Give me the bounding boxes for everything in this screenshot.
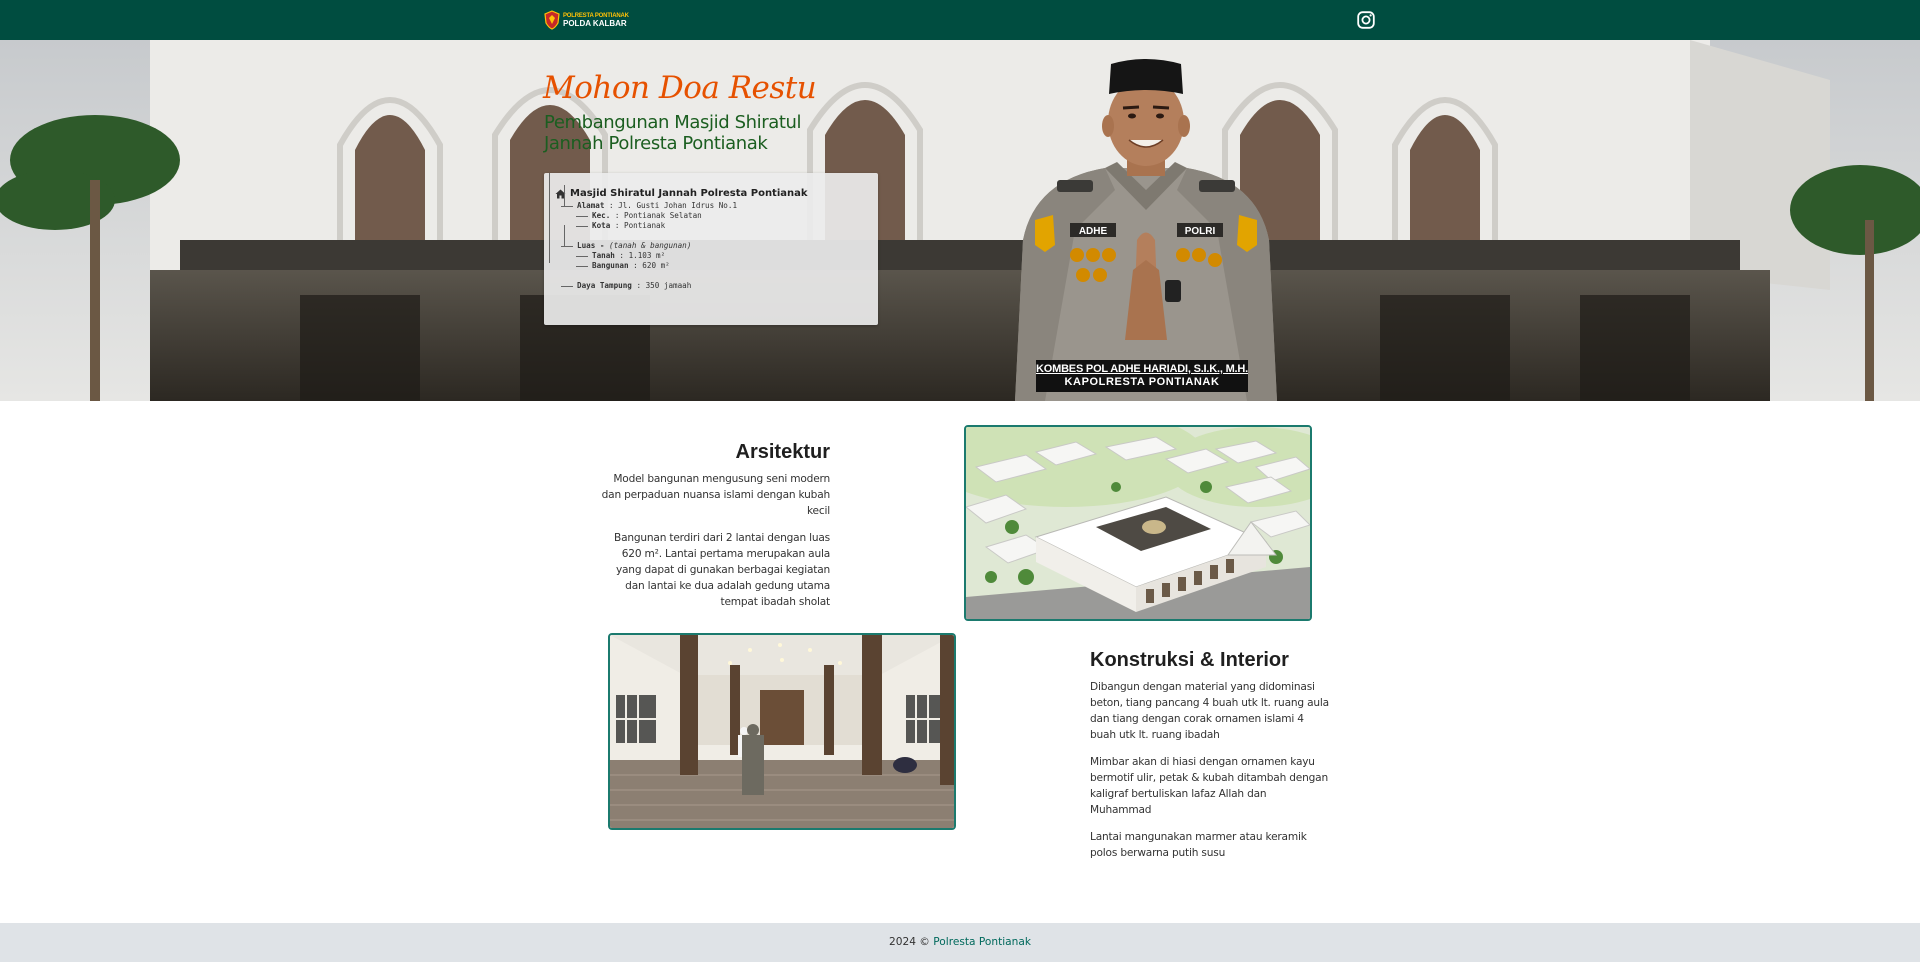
city-value: Pontianak [624,221,666,230]
hero-banner: Mohon Doa Restu Pembangunan Masjid Shira… [0,40,1920,401]
district-label: Kec. [592,211,611,220]
interior-render-illustration [610,635,954,828]
city-row: Kota : Pontianak [555,221,868,231]
address-label: Alamat [577,201,605,210]
svg-text:POLRI: POLRI [1185,226,1216,237]
area-note: (tanah & bangunan) [609,241,692,250]
brand-line1: POLRESTA PONTIANAK [563,12,629,19]
konstruksi-paragraph-2: Mimbar akan di hiasi dengan ornamen kayu… [1090,756,1328,816]
officer-portrait: ADHE POLRI [1015,59,1277,401]
city-label: Kota [592,221,611,230]
land-label: Tanah [592,251,615,260]
aerial-render-image [964,425,1312,621]
district-row: Kec. : Pontianak Selatan [555,211,868,221]
mosque-info-card: Masjid Shiratul Jannah Polresta Pontiana… [544,173,878,325]
interior-render-image [608,633,956,830]
info-card-title: Masjid Shiratul Jannah Polresta Pontiana… [570,188,808,199]
info-tree: Alamat : Jl. Gusti Johan Idrus No.1 Kec.… [549,173,868,291]
instagram-icon[interactable] [1357,11,1375,29]
address-row: Alamat : Jl. Gusti Johan Idrus No.1 [555,201,868,211]
brand-text: POLRESTA PONTIANAK POLDA KALBAR [563,13,629,28]
footer-org-link[interactable]: Polresta Pontianak [933,936,1031,948]
area-row: Luas - (tanah & bangunan) [555,241,868,251]
officer-name: KOMBES POL ADHE HARIADI, S.I.K., M.H. [1036,363,1249,375]
area-label: Luas - [577,241,605,250]
hero-title: Mohon Doa Restu [543,70,817,106]
building-row: Bangunan : 620 m² [555,261,868,271]
arsitektur-paragraph-1: Model bangunan mengusung seni modern dan… [601,473,831,517]
building-value: 620 m² [642,261,670,270]
aerial-render-illustration [966,427,1310,619]
police-badge-icon [544,10,560,30]
svg-text:ADHE: ADHE [1079,226,1108,237]
hero-subtitle: Pembangunan Masjid Shiratul Jannah Polre… [544,112,802,154]
officer-title: KAPOLRESTA PONTIANAK [1064,376,1220,388]
capacity-row: Daya Tampung : 350 jamaah [555,281,868,291]
arsitektur-paragraph-2: Bangunan terdiri dari 2 lantai dengan lu… [614,532,830,608]
konstruksi-paragraph-3: Lantai mangunakan marmer atau keramik po… [1090,831,1307,859]
officer-name-badge: KOMBES POL ADHE HARIADI, S.I.K., M.H. KA… [1036,360,1248,392]
address-value: Jl. Gusti Johan Idrus No.1 [618,201,738,210]
mosque-background-image [0,40,1920,401]
land-row: Tanah : 1.103 m² [555,251,868,261]
land-value: 1.103 m² [628,251,666,260]
konstruksi-title: Konstruksi & Interior [1090,649,1289,671]
district-value: Pontianak Selatan [624,211,702,220]
info-card-heading: Masjid Shiratul Jannah Polresta Pontiana… [555,188,868,199]
arsitektur-title: Arsitektur [735,441,830,463]
building-label: Bangunan [592,261,629,270]
brand-logo-link[interactable]: POLRESTA PONTIANAK POLDA KALBAR [544,10,629,30]
konstruksi-paragraph-1: Dibangun dengan material yang didominasi… [1090,681,1329,741]
footer-copyright: 2024 © [888,936,930,948]
capacity-value: 350 jamaah [645,281,692,290]
footer: 2024 © Polresta Pontianak [0,923,1920,962]
navbar: POLRESTA PONTIANAK POLDA KALBAR [0,0,1920,40]
brand-line2: POLDA KALBAR [563,18,627,28]
capacity-label: Daya Tampung [577,281,632,290]
